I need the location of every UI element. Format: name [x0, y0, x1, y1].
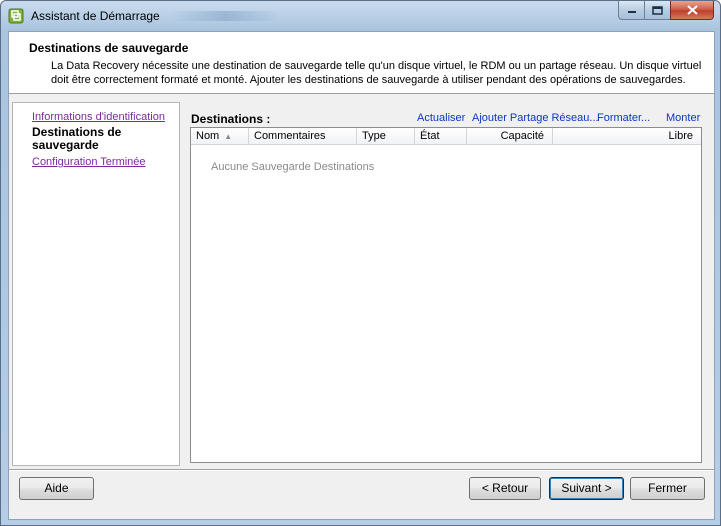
window-title: Assistant de Démarrage — [31, 9, 160, 23]
maximize-icon — [652, 5, 663, 15]
table-header: Nom ▲ Commentaires Type État Capacité Lib… — [191, 128, 701, 145]
wizard-steps-nav: Informations d'identification Destinatio… — [12, 102, 180, 466]
title-blur — [171, 11, 281, 21]
mount-link[interactable]: Monter — [666, 112, 700, 124]
destinations-panel: Destinations : Actualiser Ajouter Partag… — [190, 110, 704, 466]
format-link[interactable]: Formater... — [597, 112, 650, 124]
footer-separator — [9, 469, 714, 471]
close-button[interactable] — [670, 1, 714, 20]
column-header-type[interactable]: Type — [357, 128, 415, 145]
wizard-client-area: Destinations de sauvegarde La Data Recov… — [8, 31, 715, 520]
step-backup-destinations-current: Destinations de sauvegarde — [32, 125, 122, 152]
back-button[interactable]: < Retour — [469, 477, 541, 500]
wizard-header: Destinations de sauvegarde La Data Recov… — [9, 32, 714, 94]
empty-table-message: Aucune Sauvegarde Destinations — [211, 161, 375, 173]
minimize-button[interactable] — [618, 1, 644, 20]
minimize-icon — [627, 11, 636, 13]
column-header-comments[interactable]: Commentaires — [249, 128, 357, 145]
column-header-free[interactable]: Libre — [553, 128, 701, 145]
caption-buttons — [618, 1, 714, 20]
next-button[interactable]: Suivant > — [549, 477, 624, 500]
step-credentials-link[interactable]: Informations d'identification — [32, 111, 165, 123]
help-button-label: Aide — [44, 481, 69, 495]
column-header-capacity[interactable]: Capacité — [467, 128, 553, 145]
add-network-share-link[interactable]: Ajouter Partage Réseau... — [472, 112, 599, 124]
sort-ascending-icon: ▲ — [224, 132, 233, 141]
close-wizard-button[interactable]: Fermer — [630, 477, 705, 500]
help-button[interactable]: Aide — [19, 477, 94, 500]
step-configuration-complete-link[interactable]: Configuration Terminée — [32, 156, 146, 168]
destinations-table[interactable]: Nom ▲ Commentaires Type État Capacité Lib… — [190, 127, 702, 463]
maximize-button[interactable] — [644, 1, 670, 20]
close-wizard-button-label: Fermer — [648, 481, 687, 495]
close-icon — [686, 5, 698, 15]
next-button-label: Suivant > — [561, 481, 612, 495]
wizard-window: Assistant de Démarrage Destinations de s… — [0, 0, 721, 526]
page-title: Destinations de sauvegarde — [29, 41, 189, 55]
destinations-label: Destinations : — [191, 112, 271, 126]
title-bar[interactable]: Assistant de Démarrage — [1, 1, 720, 31]
vsphere-icon — [8, 8, 24, 24]
column-header-name[interactable]: Nom ▲ — [191, 128, 249, 145]
back-button-label: < Retour — [481, 481, 529, 495]
column-header-state[interactable]: État — [415, 128, 467, 145]
page-description: La Data Recovery nécessite une destinati… — [51, 60, 702, 86]
refresh-link[interactable]: Actualiser — [417, 112, 465, 124]
column-header-name-label: Nom — [196, 130, 220, 142]
